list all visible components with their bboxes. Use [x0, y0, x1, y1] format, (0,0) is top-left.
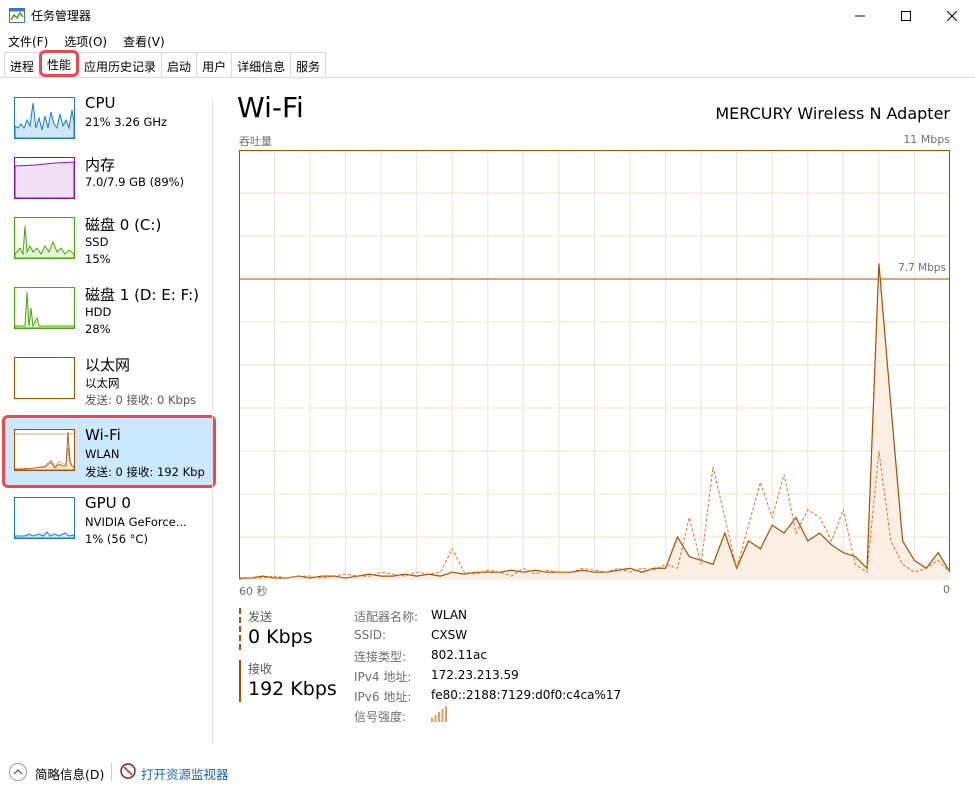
detail-key: IPv4 地址:: [354, 670, 412, 684]
task-manager-app-icon: [9, 8, 25, 23]
footer: 简略信息(D) 打开资源监视器: [0, 758, 975, 796]
x-axis-right-label: 0: [943, 583, 950, 596]
throughput-chart-svg: 7.7 Mbps: [238, 150, 951, 580]
tab-services[interactable]: 服务: [290, 52, 327, 77]
window-title: 任务管理器: [31, 9, 92, 23]
wifi-thumbnail-graph: [14, 429, 75, 471]
maximize-button[interactable]: [883, 0, 929, 31]
detail-key: IPv6 地址:: [354, 690, 412, 704]
cpu-thumbnail-graph: [14, 97, 75, 139]
sidebar-item-name: 磁盘 0 (C:): [85, 216, 162, 234]
sidebar-item-gpu0[interactable]: GPU 0 NVIDIA GeForce... 1% (56 °C): [4, 485, 214, 551]
sidebar-item-ethernet[interactable]: 以太网 以太网 发送: 0 接收: 0 Kbps: [4, 345, 214, 411]
sidebar-item-disk0[interactable]: 磁盘 0 (C:) SSD 15%: [4, 205, 214, 271]
detail-value: 172.23.213.59: [431, 668, 519, 682]
scale-max-label: 11 Mbps: [903, 133, 950, 146]
resource-monitor-icon[interactable]: [120, 763, 136, 779]
tab-divider: [0, 77, 975, 78]
sidebar-item-usage: 28%: [85, 322, 111, 336]
detail-value: fe80::2188:7129:d0f0:c4ca%17: [431, 688, 622, 702]
sidebar-item-detail: SSD: [85, 235, 109, 249]
receive-legend-bar: [239, 660, 241, 702]
sidebar-item-detail: WLAN: [85, 447, 120, 461]
tab-app-history[interactable]: 应用历史记录: [78, 52, 163, 77]
send-value: 0 Kbps: [248, 626, 313, 648]
title-bar: 任务管理器: [0, 0, 975, 31]
sidebar-item-rates: 发送: 0 接收: 0 Kbps: [85, 393, 197, 407]
receive-value: 192 Kbps: [248, 678, 337, 700]
page-title: Wi-Fi: [237, 91, 304, 124]
peak-reference-label: 7.7 Mbps: [898, 262, 946, 274]
adapter-name: MERCURY Wireless N Adapter: [715, 104, 950, 123]
sidebar-item-detail: 7.0/7.9 GB (89%): [85, 175, 185, 189]
performance-sidebar: CPU 21% 3.26 GHz 内存 7.0/7.9 GB (89%) 磁盘 …: [0, 85, 216, 745]
tab-startup[interactable]: 启动: [161, 52, 198, 77]
sidebar-item-name: GPU 0: [85, 494, 131, 512]
menu-options[interactable]: 选项(O): [56, 31, 115, 51]
tab-strip: 进程 性能 应用历史记录 启动 用户 详细信息 服务: [4, 50, 327, 77]
tab-processes[interactable]: 进程: [4, 52, 41, 77]
receive-label: 接收: [248, 662, 273, 676]
gpu0-thumbnail-graph: [14, 497, 75, 539]
detail-value: CXSW: [431, 628, 468, 642]
footer-divider: [111, 763, 112, 781]
memory-thumbnail-graph: [14, 157, 75, 199]
sidebar-item-name: CPU: [85, 94, 116, 112]
sidebar-item-detail: HDD: [85, 305, 112, 319]
sidebar-item-cpu[interactable]: CPU 21% 3.26 GHz: [4, 85, 214, 151]
detail-key: 适配器名称:: [354, 610, 419, 624]
sidebar-item-disk1[interactable]: 磁盘 1 (D: E: F:) HDD 28%: [4, 275, 214, 341]
ethernet-thumbnail-graph: [14, 357, 75, 399]
detail-value: WLAN: [431, 608, 468, 622]
maximize-icon: [901, 10, 911, 21]
sidebar-item-name: 以太网: [85, 356, 131, 374]
open-resource-monitor-link[interactable]: 打开资源监视器: [141, 764, 229, 783]
detail-key: 连接类型:: [354, 650, 407, 664]
brief-info-button[interactable]: 简略信息(D): [35, 764, 104, 783]
throughput-graph: 7.7 Mbps: [238, 150, 951, 580]
sidebar-item-usage: 1% (56 °C): [85, 532, 148, 546]
sidebar-item-memory[interactable]: 内存 7.0/7.9 GB (89%): [4, 145, 214, 211]
minimize-icon: [855, 15, 865, 16]
menu-bar: 文件(F) 选项(O) 查看(V): [0, 31, 975, 51]
menu-view[interactable]: 查看(V): [115, 31, 173, 51]
sidebar-item-rates: 发送: 0 接收: 192 Kbp: [85, 465, 205, 479]
chevron-up-icon[interactable]: [9, 763, 27, 781]
sidebar-item-name: 内存: [85, 156, 116, 174]
sidebar-item-detail: 21% 3.26 GHz: [85, 115, 168, 129]
sidebar-item-wifi[interactable]: Wi-Fi WLAN 发送: 0 接收: 192 Kbp: [2, 415, 216, 488]
menu-file[interactable]: 文件(F): [0, 31, 56, 51]
x-axis-left-label: 60 秒: [239, 585, 268, 598]
sidebar-item-detail: 以太网: [85, 376, 120, 390]
close-button[interactable]: [929, 0, 975, 31]
close-icon: [947, 10, 957, 21]
tab-details[interactable]: 详细信息: [231, 52, 292, 77]
signal-strength-icon: [431, 706, 449, 725]
minimize-button[interactable]: [837, 0, 883, 31]
detail-value: 802.11ac: [431, 648, 487, 662]
send-legend-bar: [239, 608, 241, 650]
disk1-thumbnail-graph: [14, 287, 75, 329]
tab-users[interactable]: 用户: [196, 52, 233, 77]
sidebar-divider: [212, 98, 213, 744]
send-label: 发送: [248, 610, 273, 624]
disk0-thumbnail-graph: [14, 217, 75, 259]
sidebar-item-usage: 15%: [85, 252, 111, 266]
detail-key: 信号强度:: [354, 710, 407, 724]
sidebar-item-name: 磁盘 1 (D: E: F:): [85, 286, 199, 304]
throughput-label: 吞吐量: [239, 135, 272, 148]
sidebar-item-detail: NVIDIA GeForce...: [85, 515, 187, 529]
sidebar-item-name: Wi-Fi: [85, 426, 121, 444]
tab-performance[interactable]: 性能: [39, 50, 80, 77]
detail-key: SSID:: [354, 628, 387, 642]
